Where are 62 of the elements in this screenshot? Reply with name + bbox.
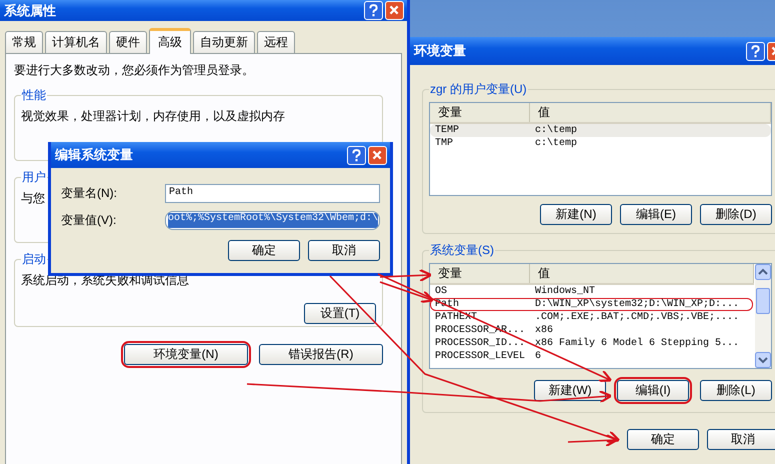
group-label: 用户 <box>21 169 47 186</box>
tab[interactable]: 常规 <box>5 31 43 53</box>
column-header[interactable]: 值 <box>530 264 754 283</box>
button[interactable]: 设置(T) <box>304 303 376 324</box>
button[interactable]: 错误报告(R) <box>259 344 383 365</box>
tab[interactable]: 计算机名 <box>45 31 107 53</box>
button[interactable]: 新建(N) <box>540 204 612 225</box>
variable-value: c:\temp <box>535 125 578 136</box>
group-label: 启动 <box>21 251 47 268</box>
text-field[interactable]: oot%;%SystemRoot%\System32\Wbem;d:\ <box>165 211 380 230</box>
button[interactable]: 确定 <box>228 240 300 261</box>
variable-value: c:\temp <box>535 138 578 149</box>
column-header[interactable]: 值 <box>530 103 771 122</box>
variable-row[interactable]: TEMP c:\temp <box>430 124 771 137</box>
column-header[interactable]: 变量 <box>430 103 530 122</box>
button[interactable]: 确定 <box>627 429 699 450</box>
window-title: 系统属性 <box>4 2 56 20</box>
variable-value: 6 <box>535 351 542 362</box>
field-label: 变量值(V): <box>61 212 118 229</box>
tab[interactable]: 远程 <box>257 31 295 53</box>
button[interactable]: 取消 <box>707 429 775 450</box>
variable-name: TEMP <box>435 125 460 136</box>
variable-value: .COM;.EXE;.BAT;.CMD;.VBS;.VBE;.... <box>535 312 740 323</box>
group-label: zgr 的用户变量(U) <box>429 81 528 98</box>
variable-name: PROCESSOR_LEVEL <box>435 351 526 362</box>
window-title: 环境变量 <box>414 42 466 60</box>
variable-row[interactable]: OS Windows_NT <box>430 285 753 298</box>
variable-value: x86 Family 6 Model 6 Stepping 5... <box>535 338 740 349</box>
field-label: 变量名(N): <box>61 185 118 202</box>
variable-value: x86 <box>535 325 554 336</box>
close-icon[interactable] <box>368 146 387 164</box>
variable-name: TMP <box>435 138 454 149</box>
button[interactable]: 新建(W) <box>534 380 606 401</box>
variable-row[interactable]: TMP c:\temp <box>430 137 771 150</box>
help-icon[interactable] <box>746 42 765 60</box>
variable-value: D:\WIN_XP\system32;D:\WIN_XP;D:... <box>535 299 740 310</box>
button[interactable]: 删除(D) <box>700 204 772 225</box>
button[interactable]: 编辑(E) <box>620 204 692 225</box>
column-header[interactable]: 变量 <box>430 264 530 283</box>
tab[interactable]: 自动更新 <box>193 31 255 53</box>
button[interactable]: 环境变量(N) <box>124 344 248 365</box>
button[interactable]: 编辑(I) <box>617 380 689 401</box>
admin-notice: 要进行大多数改动，您必须作为管理员登录。 <box>14 62 255 79</box>
group-label: 系统变量(S) <box>429 242 495 259</box>
scroll-thumb[interactable] <box>756 288 770 314</box>
group-description: 视觉效果，处理器计划，内存使用，以及虚拟内存 <box>21 109 285 123</box>
variable-name: OS <box>435 286 448 297</box>
tab[interactable]: 硬件 <box>109 31 147 53</box>
help-icon[interactable] <box>347 146 366 164</box>
variable-row[interactable]: PROCESSOR_LEVEL 6 <box>430 350 753 363</box>
variable-name: PROCESSOR_ID... <box>435 338 526 349</box>
help-icon[interactable] <box>364 1 383 20</box>
tab[interactable]: 高级 <box>149 28 191 54</box>
button[interactable]: 取消 <box>308 240 380 261</box>
group-description: 与您 <box>21 191 45 205</box>
text-field[interactable]: Path <box>165 184 380 203</box>
group-label: 性能 <box>21 87 47 104</box>
variable-value: Windows_NT <box>535 286 596 297</box>
window-title: 编辑系统变量 <box>55 146 133 164</box>
close-icon[interactable] <box>385 1 404 20</box>
variable-row[interactable]: PROCESSOR_ID... x86 Family 6 Model 6 Stepping 5... <box>430 337 753 350</box>
button[interactable]: 删除(L) <box>700 380 772 401</box>
